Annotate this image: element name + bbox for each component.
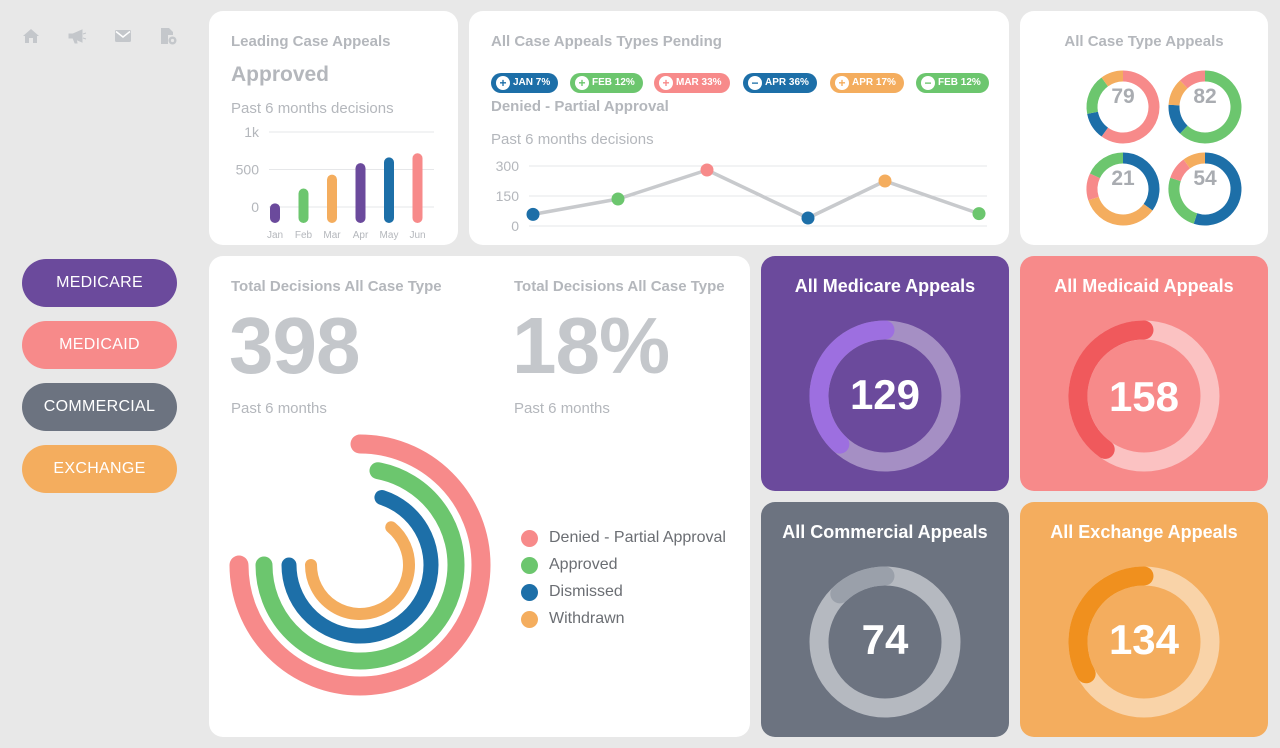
bar (355, 163, 366, 223)
card-subtitle: Past 6 months decisions (491, 131, 654, 148)
ring-fill (830, 566, 895, 604)
legend-swatch (521, 530, 538, 547)
y-tick-label: 0 (251, 199, 259, 215)
panel-value: 74 (861, 616, 909, 663)
pill-label: JAN 7% (513, 77, 551, 88)
donut-segment (1087, 111, 1109, 137)
pill-label: FEB 12% (938, 77, 981, 88)
y-tick-label: 500 (236, 162, 260, 178)
x-tick-label: May (380, 230, 399, 241)
total-title-left: Total Decisions All Case Type (231, 278, 442, 295)
nav-medicaid-button[interactable]: MEDICAID (22, 321, 177, 369)
card-status: Denied - Partial Approval (491, 98, 669, 115)
total-value-left: 398 (229, 301, 360, 390)
bar (298, 188, 309, 223)
x-tick-label: Feb (295, 230, 313, 241)
legend-swatch (521, 584, 538, 601)
bar (270, 203, 280, 223)
megaphone-icon[interactable] (67, 26, 87, 46)
total-sub-left: Past 6 months (231, 400, 327, 417)
card-title: Leading Case Appeals (231, 33, 391, 50)
donut-value: 82 (1193, 85, 1217, 108)
radial-bar (305, 521, 415, 620)
y-tick-label: 300 (496, 158, 520, 174)
pill-label: APR 36% (765, 77, 809, 88)
plus-circle-icon: + (835, 76, 849, 90)
panel-value: 134 (1108, 616, 1180, 663)
trend-pill[interactable]: + JAN 7% (491, 73, 559, 93)
radial-bar-chart (229, 434, 491, 696)
trend-pill[interactable]: + FEB 12% (570, 73, 643, 93)
data-point (972, 207, 986, 221)
mail-icon[interactable] (113, 26, 133, 46)
legend-label: Dismissed (549, 583, 623, 600)
nav-exchange-button[interactable]: EXCHANGE (22, 445, 177, 493)
card-subtitle: Past 6 months decisions (231, 100, 394, 117)
case-type-appeals-card: All Case Type Appeals 79 82 21 54 (1020, 11, 1268, 245)
legend-label: Denied - Partial Approval (549, 529, 726, 546)
nav-medicare-button[interactable]: MEDICARE (22, 259, 177, 307)
legend-label: Withdrawn (549, 610, 625, 627)
document-settings-icon[interactable] (158, 26, 178, 46)
donut-segment (1088, 196, 1153, 226)
panel-value: 158 (1108, 373, 1180, 420)
bar (327, 174, 337, 223)
donut-segment (1180, 70, 1206, 89)
data-point (611, 192, 625, 206)
medicaid-appeals-panel[interactable]: All Medicaid Appeals 158 (1020, 256, 1268, 491)
donut-segment (1101, 70, 1124, 87)
radial-bar (229, 434, 491, 696)
legend-label: Approved (549, 556, 618, 573)
nav-commercial-button[interactable]: COMMERCIAL (22, 383, 177, 431)
leading-case-appeals-card: Leading Case Appeals Approved Past 6 mon… (209, 11, 458, 245)
bar (412, 153, 423, 223)
home-icon[interactable] (21, 26, 41, 46)
pill-label: MAR 33% (676, 77, 722, 88)
donut-value: 54 (1193, 167, 1217, 190)
panel-value: 129 (849, 371, 921, 418)
minus-circle-icon: − (748, 76, 762, 90)
x-tick-label: Jan (267, 230, 283, 241)
bar (384, 157, 394, 223)
commercial-appeals-panel[interactable]: All Commercial Appeals 74 (761, 502, 1009, 737)
total-decisions-card: Total Decisions All Case Type 398 Past 6… (209, 256, 750, 737)
data-point (700, 163, 714, 177)
total-value-right: 18% (512, 301, 670, 390)
y-tick-label: 0 (511, 218, 519, 234)
bar-chart: 1k 500 0 Jan Feb Mar Apr May Jun (236, 126, 434, 241)
trend-pill[interactable]: + APR 17% (830, 73, 904, 93)
medicare-appeals-panel[interactable]: All Medicare Appeals 129 (761, 256, 1009, 491)
mini-donut-grid (1086, 70, 1242, 226)
y-tick-label: 1k (244, 126, 260, 140)
data-point (878, 174, 892, 188)
donut-value: 21 (1111, 167, 1135, 190)
trend-pill[interactable]: − FEB 12% (916, 73, 989, 93)
donut-value: 79 (1111, 85, 1135, 108)
minus-circle-icon: − (921, 76, 935, 90)
exchange-appeals-panel[interactable]: All Exchange Appeals 134 (1020, 502, 1268, 737)
pill-label: FEB 12% (592, 77, 635, 88)
pill-label: APR 17% (852, 77, 896, 88)
x-tick-label: Jun (409, 230, 425, 241)
trend-pill[interactable]: − APR 36% (743, 73, 817, 93)
legend-swatch (521, 557, 538, 574)
trend-pill[interactable]: + MAR 33% (654, 73, 730, 93)
x-tick-label: Mar (323, 230, 341, 241)
series-line (532, 168, 980, 220)
card-title: All Case Appeals Types Pending (491, 33, 722, 50)
plus-circle-icon: + (659, 76, 673, 90)
pending-appeals-card: All Case Appeals Types Pending + JAN 7% + F… (469, 11, 1009, 245)
plus-circle-icon: + (575, 76, 589, 90)
legend-swatch (521, 611, 538, 628)
line-chart: 300 150 0 (496, 158, 987, 234)
x-tick-label: Apr (353, 230, 369, 241)
card-status: Approved (231, 63, 330, 86)
y-tick-label: 150 (496, 188, 520, 204)
data-point (526, 207, 540, 221)
data-point (801, 211, 815, 225)
total-sub-right: Past 6 months (514, 400, 610, 417)
donut-segment (1183, 152, 1206, 169)
plus-circle-icon: + (496, 76, 510, 90)
total-title-right: Total Decisions All Case Type (514, 278, 725, 295)
